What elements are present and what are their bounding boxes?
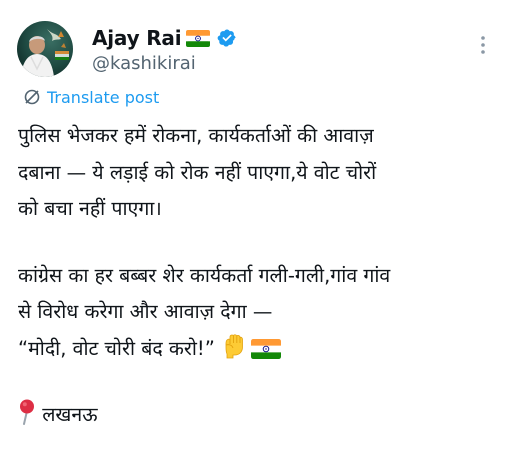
tweet-line: कांग्रेस का हर बब्बर शेर कार्यकर्ता गली-… (18, 263, 391, 287)
tweet-card: Ajay Rai @kashikirai Translate post पुलि… (0, 0, 512, 466)
author-name-row: Ajay Rai (92, 24, 237, 52)
avatar-image (17, 21, 73, 77)
slogan-text: “मोदी, वोट चोरी बंद करो!” (18, 336, 215, 360)
translate-post-link[interactable]: Translate post (23, 86, 159, 108)
user-handle[interactable]: @kashikirai (92, 53, 196, 74)
round-pushpin-emoji (18, 399, 36, 425)
tweet-line-location: लखनऊ (18, 397, 504, 434)
avatar[interactable] (17, 21, 73, 77)
tweet-line: दबाना — ये लड़ाई को रोक नहीं पाएगा,ये वो… (18, 160, 377, 184)
tweet-line: से विरोध करेगा और आवाज़ देगा — (18, 300, 273, 323)
verified-badge-icon[interactable] (217, 28, 237, 48)
translate-icon (23, 88, 41, 106)
tweet-text: पुलिस भेजकर हमें रोकना, कार्यकर्ताओं की … (18, 118, 504, 434)
india-flag-emoji (251, 338, 282, 359)
location-text: लखनऊ (42, 403, 98, 426)
tweet-line-slogan: “मोदी, वोट चोरी बंद करो!” (18, 331, 504, 368)
display-name[interactable]: Ajay Rai (92, 26, 182, 50)
india-flag-icon (186, 29, 211, 47)
raised-fist-emoji (221, 333, 245, 359)
tweet-line: पुलिस भेजकर हमें रोकना, कार्यकर्ताओं की … (18, 124, 374, 147)
translate-post-label: Translate post (47, 87, 160, 107)
tweet-line: को बचा नहीं पाएगा। (18, 197, 162, 220)
more-vertical-icon[interactable] (474, 34, 492, 56)
